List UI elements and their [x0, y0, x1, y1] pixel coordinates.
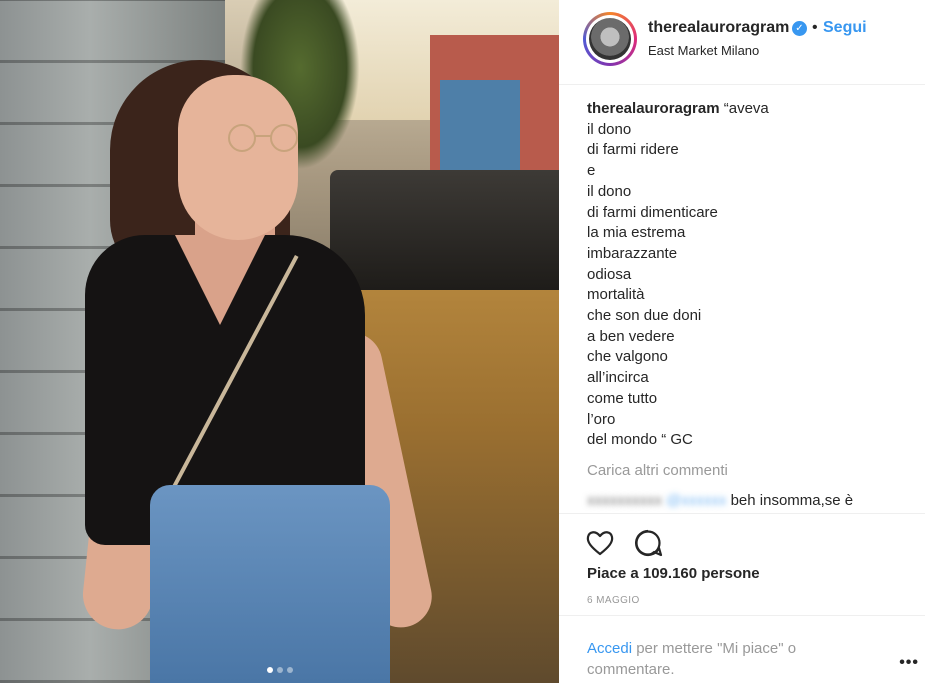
instagram-post: therealauroragram ✓ • Segui East Market …	[0, 0, 925, 683]
load-more-comments-button[interactable]: Carica altri commenti	[587, 462, 728, 479]
avatar-image	[589, 18, 631, 60]
caption-lines: il dono di farmi ridere e il dono di far…	[587, 120, 907, 451]
caption-line: odiosa	[587, 265, 632, 283]
caption-username[interactable]: therealauroragram	[587, 100, 720, 117]
header-separator: •	[812, 19, 818, 36]
caption-line: imbarazzante	[587, 244, 678, 262]
caption-line: come tutto	[587, 389, 658, 407]
caption-line: “aveva	[723, 100, 769, 117]
follow-button[interactable]: Segui	[823, 19, 867, 37]
photo-parked-cars	[330, 170, 559, 290]
carousel-dot[interactable]	[276, 667, 283, 673]
post-header: therealauroragram ✓ • Segui East Market …	[559, 0, 925, 85]
caption-line: e	[587, 162, 596, 180]
caption-line: che son due doni	[587, 307, 702, 325]
avatar-border	[586, 15, 634, 63]
post-date[interactable]: 6 MAGGIO	[587, 595, 640, 606]
username-link[interactable]: therealauroragram	[648, 19, 789, 37]
verified-badge-icon: ✓	[792, 21, 807, 36]
carousel-indicator	[0, 660, 559, 678]
caption-line: l’oro	[587, 410, 616, 428]
heart-icon[interactable]	[585, 528, 615, 558]
comment-icon[interactable]	[633, 528, 663, 558]
caption-line: la mia estrema	[587, 224, 686, 242]
glasses-illustration	[228, 124, 298, 152]
photo-neckline	[175, 235, 265, 325]
caption-line: di farmi ridere	[587, 141, 679, 159]
photo-jeans	[150, 485, 390, 683]
caption-line: il dono	[587, 182, 632, 200]
more-options-icon[interactable]: •••	[899, 654, 919, 672]
caption-line: a ben vedere	[587, 327, 675, 345]
caption-line: all’incirca	[587, 369, 649, 387]
login-prompt-text: Accedi per mettere "Mi piace" o commenta…	[587, 638, 827, 680]
comment-text: beh insomma,se è	[730, 492, 854, 509]
photo-face	[178, 75, 298, 240]
caption: therealauroragram “aveva il dono di farm…	[587, 99, 907, 451]
post-actions: Piace a 109.160 persone 6 MAGGIO	[559, 513, 925, 619]
login-prompt: Accedi per mettere "Mi piace" o commenta…	[559, 615, 925, 684]
post-side-panel: therealauroragram ✓ • Segui East Market …	[559, 0, 925, 683]
caption-line: di farmi dimenticare	[587, 203, 718, 221]
comment-username-blurred[interactable]: xxxxxxxxxx	[587, 492, 662, 509]
carousel-dot-active[interactable]	[266, 667, 273, 673]
post-photo[interactable]	[0, 0, 559, 683]
caption-line: mortalità	[587, 286, 645, 304]
caption-line: che valgono	[587, 348, 668, 366]
avatar[interactable]	[583, 12, 637, 66]
login-link[interactable]: Accedi	[587, 640, 632, 657]
comment-mention-blurred[interactable]: @xxxxxx	[666, 492, 726, 509]
like-count[interactable]: Piace a 109.160 persone	[587, 565, 760, 582]
carousel-dot[interactable]	[286, 667, 293, 673]
comment-row: xxxxxxxxxx @xxxxxx beh insomma,se è	[587, 492, 907, 509]
location-link[interactable]: East Market Milano	[648, 43, 759, 58]
caption-line: il dono	[587, 120, 632, 138]
caption-line: del mondo “ GC	[587, 431, 693, 449]
